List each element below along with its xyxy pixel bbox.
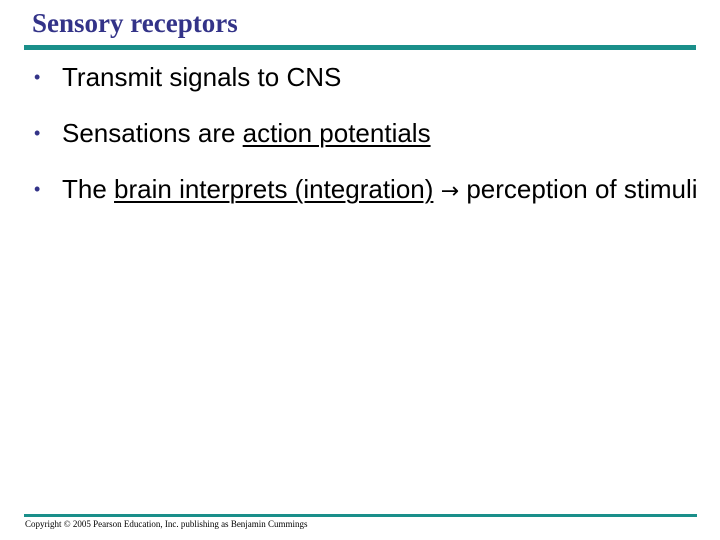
bullet-text: The xyxy=(62,174,115,204)
bullet-text xyxy=(433,174,440,204)
slide-title: Sensory receptors xyxy=(32,8,238,38)
bullet-text: perception of stimuli xyxy=(459,174,698,204)
underlined-term: action potentials xyxy=(242,118,431,148)
bullet-list: • Transmit signals to CNS • Sensations a… xyxy=(32,62,702,207)
right-arrow-icon: → xyxy=(440,179,460,204)
bullet-dot-icon: • xyxy=(34,179,41,199)
bullet-item: • The brain interprets (integration) → p… xyxy=(32,174,702,207)
bullet-dot-icon: • xyxy=(34,67,41,87)
bullet-dot-icon: • xyxy=(34,123,41,143)
title-divider xyxy=(24,45,696,50)
underlined-term: brain interprets (integration) xyxy=(114,174,434,204)
bullet-text: Sensations are xyxy=(62,118,243,148)
bullet-item: • Sensations are action potentials xyxy=(32,118,702,149)
bullet-text: Transmit signals to CNS xyxy=(62,62,342,92)
footer-divider xyxy=(24,514,697,517)
copyright-footer: Copyright © 2005 Pearson Education, Inc.… xyxy=(25,519,308,529)
bullet-item: • Transmit signals to CNS xyxy=(32,62,702,93)
